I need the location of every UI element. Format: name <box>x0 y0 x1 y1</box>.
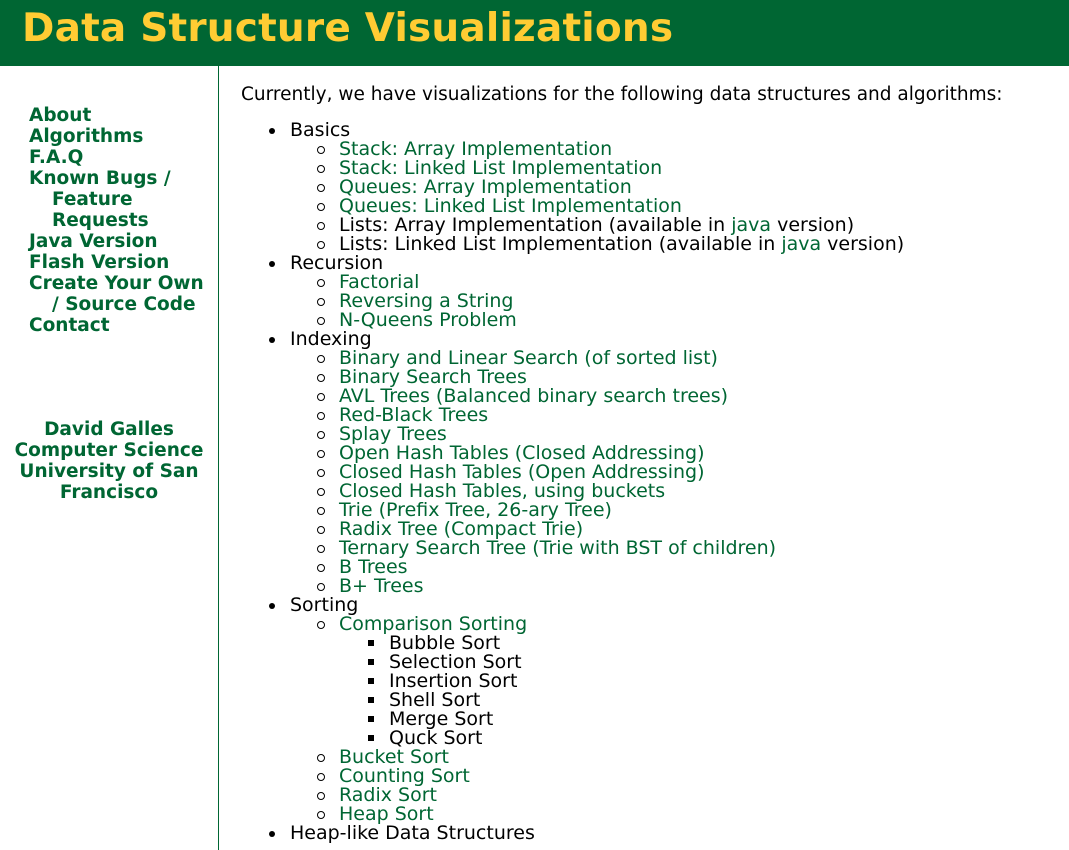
author-name: David Galles <box>44 419 174 440</box>
java-link[interactable]: java <box>781 233 821 255</box>
comparison-sort-list: Bubble Sort Selection Sort Insertion Sor… <box>339 634 1061 748</box>
author-block: David Galles Computer Science University… <box>0 419 218 503</box>
nav-flash-version-link[interactable]: Flash Version <box>29 252 207 273</box>
nav-algorithms-link[interactable]: Algorithms <box>29 126 207 147</box>
version-text: version) <box>821 233 905 255</box>
lists-linked-text: Lists: Linked List Implementation (avail… <box>339 233 782 255</box>
recursion-list: Factorial Reversing a String N-Queens Pr… <box>290 273 1061 330</box>
topic-list: Basics Stack: Array Implementation Stack… <box>241 121 1061 843</box>
list-item: Comparison Sorting Bubble Sort Selection… <box>290 615 1061 748</box>
intro-text: Currently, we have visualizations for th… <box>241 84 1003 105</box>
nav-java-version-link[interactable]: Java Version <box>29 231 207 252</box>
sorting-list: Comparison Sorting Bubble Sort Selection… <box>290 615 1061 824</box>
nav-faq-link[interactable]: F.A.Q <box>29 147 207 168</box>
sidebar: About Algorithms F.A.Q Known Bugs / Feat… <box>0 66 219 850</box>
sidebar-nav: About Algorithms F.A.Q Known Bugs / Feat… <box>29 105 207 336</box>
category-heap: Heap-like Data Structures <box>241 824 1061 843</box>
author-university: University of San Francisco <box>19 461 199 503</box>
nav-known-bugs-link[interactable]: Known Bugs / Feature Requests <box>29 168 207 231</box>
category-basics: Basics Stack: Array Implementation Stack… <box>241 121 1061 254</box>
category-label: Heap-like Data Structures <box>290 822 535 844</box>
site-header: Data Structure Visualizations <box>0 0 1069 66</box>
list-item: B+ Trees <box>290 577 1061 596</box>
nav-source-code-link[interactable]: Create Your Own / Source Code <box>29 273 207 315</box>
basics-list: Stack: Array Implementation Stack: Linke… <box>290 140 1061 254</box>
category-indexing: Indexing Binary and Linear Search (of so… <box>241 330 1061 596</box>
author-department: Computer Science <box>14 440 204 461</box>
category-sorting: Sorting Comparison Sorting Bubble Sort S… <box>241 596 1061 824</box>
main-content: Currently, we have visualizations for th… <box>241 84 1061 843</box>
indexing-list: Binary and Linear Search (of sorted list… <box>290 349 1061 596</box>
page-title: Data Structure Visualizations <box>22 6 674 51</box>
nav-contact-link[interactable]: Contact <box>29 315 207 336</box>
category-recursion: Recursion Factorial Reversing a String N… <box>241 254 1061 330</box>
nav-about-link[interactable]: About <box>29 105 207 126</box>
list-item: N-Queens Problem <box>290 311 1061 330</box>
list-item: Lists: Linked List Implementation (avail… <box>290 235 1061 254</box>
